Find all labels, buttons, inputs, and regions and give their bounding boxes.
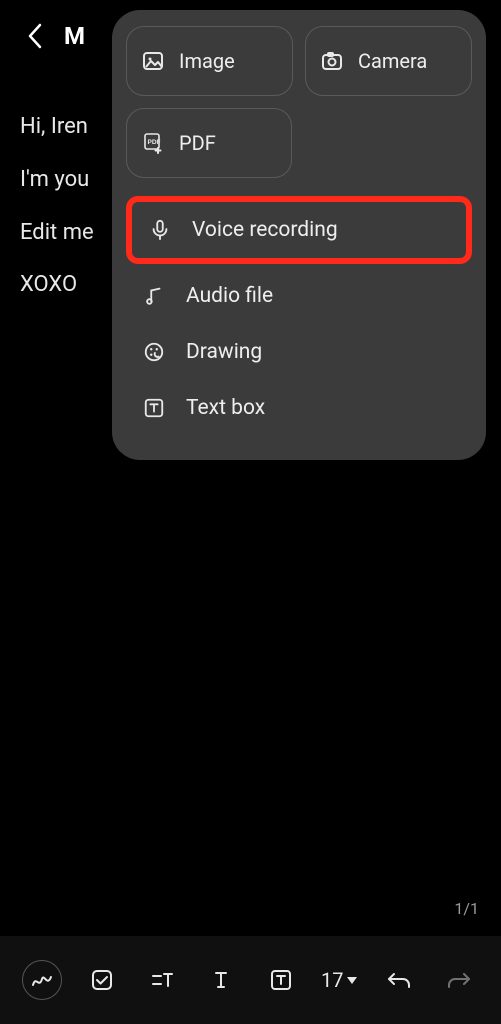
insert-textbox-label: Text box	[186, 396, 265, 420]
insert-audio-label: Audio file	[186, 284, 273, 308]
textbox-button[interactable]	[261, 960, 301, 1000]
font-size-value: 17	[321, 968, 343, 992]
insert-voice-label: Voice recording	[192, 218, 338, 242]
checkbox-button[interactable]	[82, 960, 122, 1000]
text-style-icon	[150, 968, 174, 992]
insert-image-button[interactable]: Image	[126, 26, 293, 96]
insert-voice-recording-button[interactable]: Voice recording	[126, 196, 472, 264]
font-size-selector[interactable]: 17	[321, 968, 359, 992]
chevron-left-icon	[26, 22, 44, 50]
text-format-button[interactable]	[201, 960, 241, 1000]
checkbox-icon	[90, 968, 114, 992]
drawing-icon	[142, 340, 166, 364]
microphone-icon	[148, 218, 172, 242]
insert-textbox-button[interactable]: Text box	[126, 380, 472, 436]
insert-pdf-button[interactable]: PDF PDF	[126, 108, 292, 178]
redo-icon	[446, 970, 472, 990]
bottom-toolbar: 17	[0, 936, 501, 1024]
redo-button[interactable]	[439, 960, 479, 1000]
text-format-icon	[209, 968, 233, 992]
handwriting-button[interactable]	[22, 960, 62, 1000]
insert-pdf-label: PDF	[179, 131, 216, 155]
insert-camera-button[interactable]: Camera	[305, 26, 472, 96]
textbox-icon	[269, 968, 293, 992]
image-icon	[141, 49, 165, 73]
insert-menu-popup: Image Camera PDF PDF	[112, 10, 486, 460]
caret-down-icon	[345, 973, 359, 987]
insert-audio-file-button[interactable]: Audio file	[126, 268, 472, 324]
undo-icon	[386, 970, 412, 990]
textbox-menu-icon	[142, 396, 166, 420]
svg-text:PDF: PDF	[148, 139, 161, 146]
back-button[interactable]	[20, 16, 50, 56]
audio-file-icon	[142, 284, 166, 308]
camera-icon	[320, 49, 344, 73]
insert-drawing-label: Drawing	[186, 340, 262, 364]
insert-drawing-button[interactable]: Drawing	[126, 324, 472, 380]
page-indicator: 1/1	[454, 899, 479, 918]
pdf-icon: PDF	[141, 131, 165, 155]
page-title: M	[64, 22, 85, 50]
handwriting-icon	[31, 971, 53, 989]
text-style-button[interactable]	[142, 960, 182, 1000]
insert-image-label: Image	[179, 49, 235, 73]
undo-button[interactable]	[379, 960, 419, 1000]
insert-camera-label: Camera	[358, 49, 427, 73]
